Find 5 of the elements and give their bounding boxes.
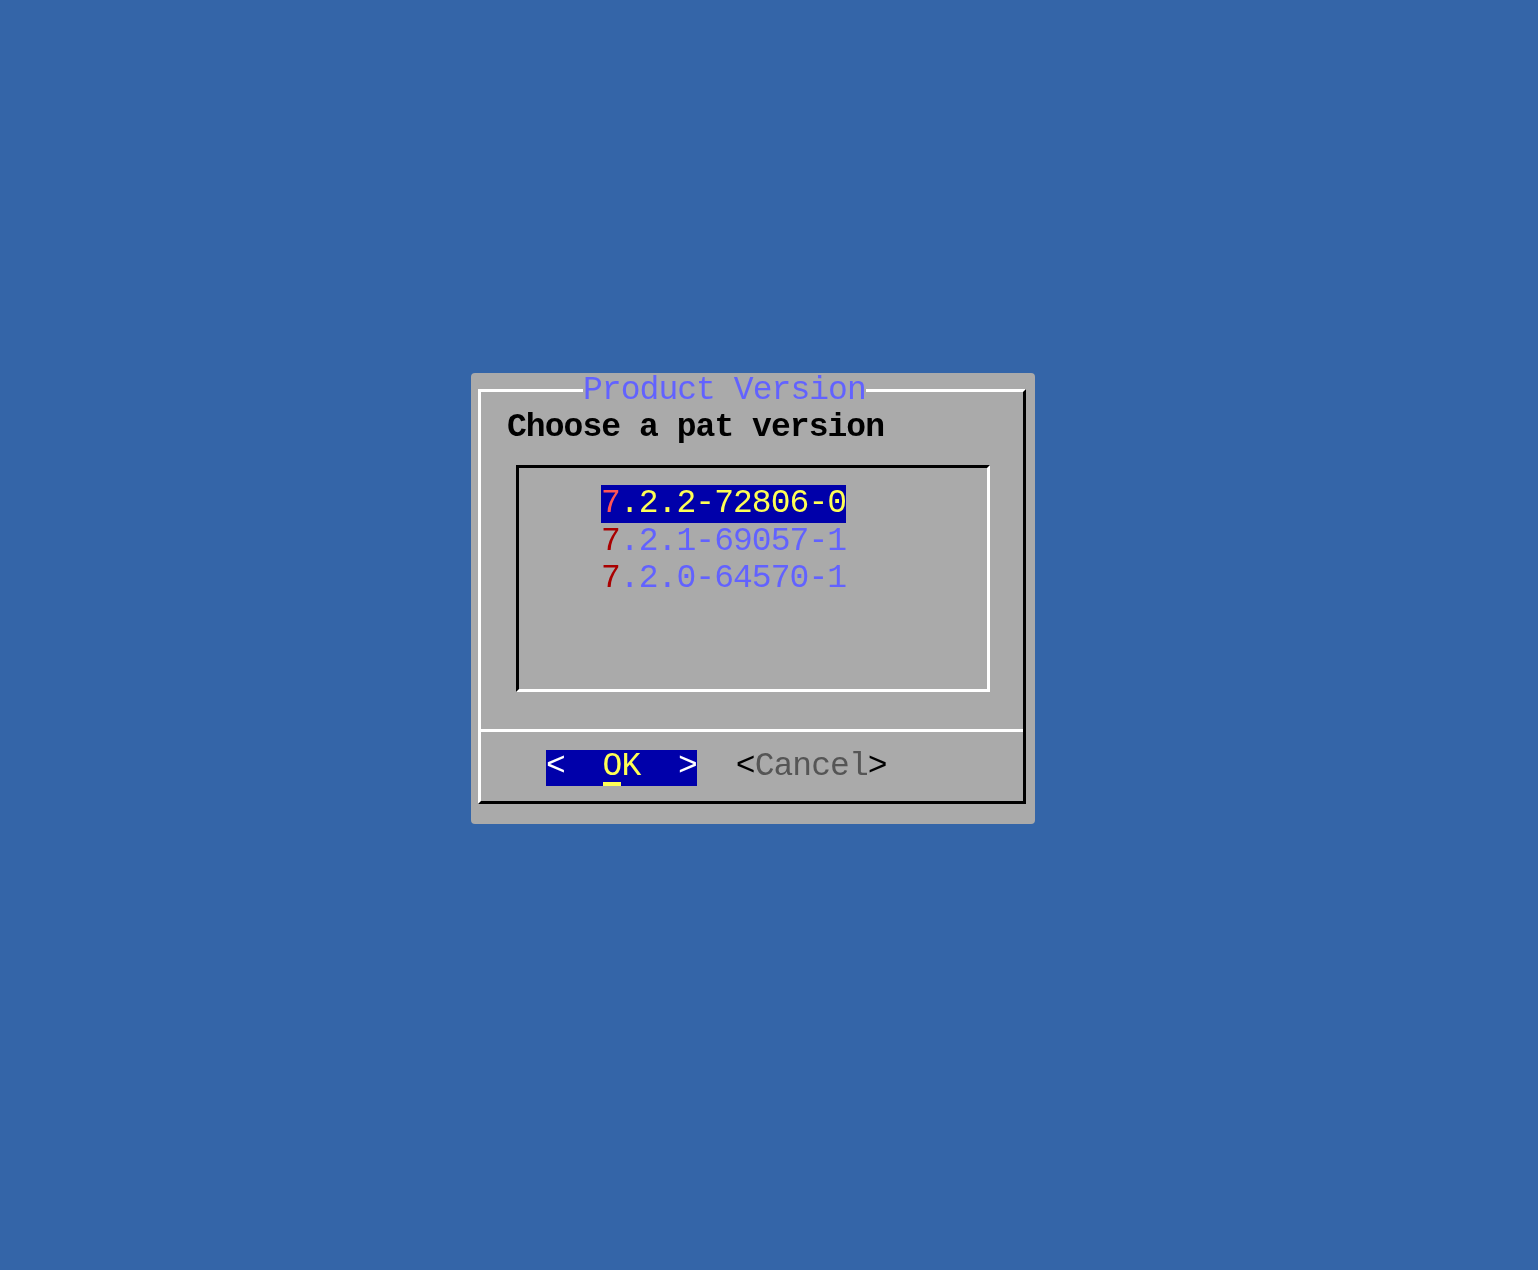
list-item[interactable]: 7.2.2-72806-0 xyxy=(601,485,847,523)
cursor-icon xyxy=(602,782,622,786)
dialog-button[interactable]: < OK > xyxy=(546,750,697,786)
dialog-button[interactable]: <Cancel> xyxy=(735,750,887,786)
dialog-prompt: Choose a pat version xyxy=(507,409,886,447)
